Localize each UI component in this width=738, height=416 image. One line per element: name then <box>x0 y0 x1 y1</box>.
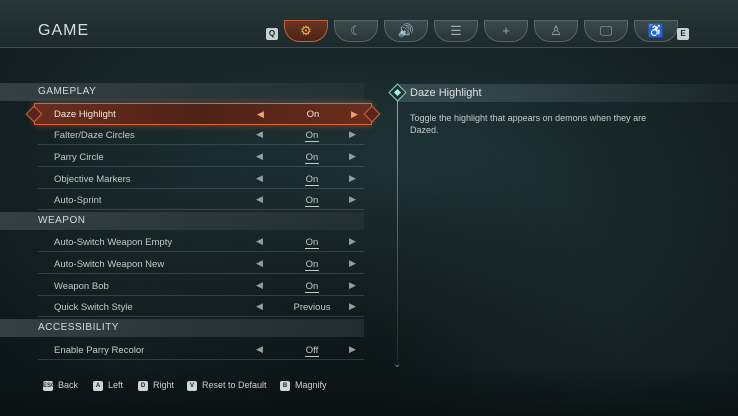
arrow-right-icon[interactable]: ▶ <box>349 258 356 269</box>
key-badge-icon: D <box>138 380 148 391</box>
top-bar: GAME Q ⚙ ☾ 🔊 ☰ + ♙ 🖵 ♿ E <box>0 0 738 48</box>
section-weapon: WEAPON <box>0 212 364 230</box>
tab-audio[interactable]: 🔊 <box>384 20 428 42</box>
hint-label: Left <box>108 380 124 390</box>
setting-label: Enable Parry Recolor <box>54 345 145 356</box>
setting-row[interactable]: Auto-Switch Weapon New ◀ On ▶ <box>38 254 364 274</box>
footer-bar <box>0 370 738 416</box>
hint-right[interactable]: D Right <box>138 379 174 391</box>
section-accessibility: ACCESSIBILITY <box>0 319 364 337</box>
arrow-left-icon[interactable]: ◀ <box>256 129 263 140</box>
hint-reset[interactable]: V Reset to Default <box>187 379 267 391</box>
setting-label: Auto-Sprint <box>54 195 102 206</box>
arrow-right-icon[interactable]: ▶ <box>349 129 356 140</box>
setting-row[interactable]: Auto-Switch Weapon Empty ◀ On ▶ <box>38 232 364 252</box>
arrow-right-icon[interactable]: ▶ <box>349 151 356 162</box>
arrow-right-icon[interactable]: ▶ <box>349 344 356 355</box>
setting-label: Objective Markers <box>54 174 131 185</box>
arrow-left-icon[interactable]: ◀ <box>256 344 263 355</box>
setting-value: On <box>304 237 320 249</box>
setting-value: Off <box>304 345 320 357</box>
arrow-right-icon[interactable]: ▶ <box>349 236 356 247</box>
hint-label: Right <box>153 380 175 390</box>
setting-value: On <box>306 109 320 120</box>
setting-value: On <box>304 281 320 293</box>
panel-divider <box>397 100 398 364</box>
setting-value: On <box>304 174 320 186</box>
setting-value: On <box>304 195 320 207</box>
hint-left[interactable]: A Left <box>93 379 123 391</box>
setting-label: Parry Circle <box>54 152 104 163</box>
key-badge-icon: V <box>187 380 197 391</box>
setting-row[interactable]: Objective Markers ◀ On ▶ <box>38 169 364 189</box>
detail-title: Daze Highlight <box>398 84 738 102</box>
arrow-left-icon[interactable]: ◀ <box>256 151 263 162</box>
tab-controls[interactable]: ☾ <box>334 20 378 42</box>
setting-value: Previous <box>293 302 331 313</box>
speaker-icon: 🔊 <box>397 23 415 38</box>
section-gameplay: GAMEPLAY <box>0 83 364 101</box>
setting-label: Weapon Bob <box>54 281 109 292</box>
arrow-left-icon[interactable]: ◀ <box>256 280 263 291</box>
tab-game[interactable]: ⚙ <box>284 20 328 42</box>
setting-label: Daze Highlight <box>54 109 116 120</box>
tab-hud[interactable]: ☰ <box>434 20 478 42</box>
gear-icon: ⚙ <box>300 23 312 38</box>
tab-mouse[interactable]: ♙ <box>534 20 578 42</box>
controller-icon: ☾ <box>350 23 362 38</box>
arrow-left-icon[interactable]: ◀ <box>256 194 263 205</box>
selection-cap-left <box>25 105 43 123</box>
selection-cap-right <box>363 105 381 123</box>
page-title: GAME <box>38 22 90 39</box>
setting-label: Auto-Switch Weapon Empty <box>54 237 173 248</box>
arrow-right-icon[interactable]: ▶ <box>349 194 356 205</box>
hint-label: Magnify <box>295 380 327 390</box>
setting-value: On <box>304 130 320 142</box>
hint-label: Reset to Default <box>202 380 267 390</box>
setting-row[interactable]: Parry Circle ◀ On ▶ <box>38 147 364 167</box>
prev-tab-key[interactable]: Q <box>266 28 278 40</box>
setting-label: Falter/Daze Circles <box>54 130 135 141</box>
arrow-right-icon[interactable]: ▶ <box>349 301 356 312</box>
arrow-left-icon[interactable]: ◀ <box>256 236 263 247</box>
crosshair-icon: + <box>502 23 510 38</box>
arrow-left-icon[interactable]: ◀ <box>257 109 264 120</box>
arrow-right-icon[interactable]: ▶ <box>349 173 356 184</box>
key-badge-icon: A <box>93 380 103 391</box>
arrow-left-icon[interactable]: ◀ <box>256 173 263 184</box>
setting-label: Quick Switch Style <box>54 302 133 313</box>
setting-row-daze-highlight[interactable]: Daze Highlight ◀ On ▶ <box>25 103 381 125</box>
tab-crosshair[interactable]: + <box>484 20 528 42</box>
divider-tail-icon: ⌄ <box>393 359 402 370</box>
arrow-right-icon[interactable]: ▶ <box>351 109 358 120</box>
hint-magnify[interactable]: B Magnify <box>280 379 327 391</box>
accessibility-icon: ♿ <box>647 23 665 38</box>
monitor-icon: 🖵 <box>599 23 613 38</box>
mouse-icon: ♙ <box>550 23 562 38</box>
tab-accessibility[interactable]: ♿ <box>634 20 678 42</box>
list-icon: ☰ <box>450 23 462 38</box>
hint-back[interactable]: ESC Back <box>43 379 78 391</box>
key-badge-icon: ESC <box>43 380 56 391</box>
arrow-left-icon[interactable]: ◀ <box>256 301 263 312</box>
key-badge-icon: B <box>280 380 290 391</box>
setting-row[interactable]: Falter/Daze Circles ◀ On ▶ <box>38 125 364 145</box>
setting-row[interactable]: Quick Switch Style ◀ Previous ▶ <box>38 297 364 317</box>
setting-value: On <box>304 152 320 164</box>
next-tab-key[interactable]: E <box>677 28 689 40</box>
setting-row[interactable]: Weapon Bob ◀ On ▶ <box>38 276 364 296</box>
detail-description: Toggle the highlight that appears on dem… <box>410 113 647 135</box>
setting-row[interactable]: Auto-Sprint ◀ On ▶ <box>38 190 364 210</box>
arrow-right-icon[interactable]: ▶ <box>349 280 356 291</box>
hint-label: Back <box>58 380 79 390</box>
setting-value: On <box>304 259 320 271</box>
setting-label: Auto-Switch Weapon New <box>54 259 165 270</box>
setting-row[interactable]: Enable Parry Recolor ◀ Off ▶ <box>38 340 364 360</box>
arrow-left-icon[interactable]: ◀ <box>256 258 263 269</box>
tab-video[interactable]: 🖵 <box>584 20 628 42</box>
